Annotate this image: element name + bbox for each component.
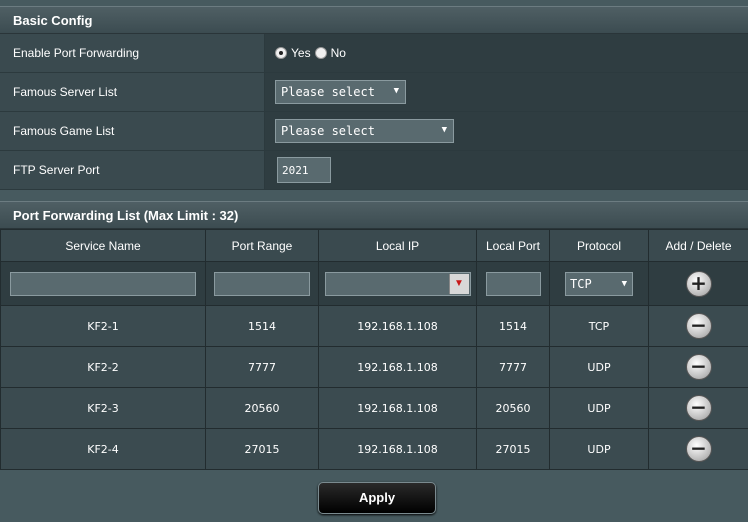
enable-yes-radio[interactable] bbox=[275, 47, 287, 59]
cell-local-port: 20560 bbox=[476, 387, 550, 429]
famous-server-list-label: Famous Server List bbox=[0, 73, 265, 111]
table-row: KF2-4 27015 192.168.1.108 27015 UDP − bbox=[0, 428, 748, 470]
port-range-input[interactable] bbox=[214, 271, 310, 296]
enable-yes-label[interactable]: Yes bbox=[291, 46, 311, 60]
cell-port-range: 27015 bbox=[205, 428, 319, 470]
chevron-down-icon: ▼ bbox=[621, 278, 627, 289]
cell-port-range: 7777 bbox=[205, 346, 319, 388]
local-port-input[interactable] bbox=[485, 271, 541, 296]
chevron-down-icon: ▼ bbox=[393, 86, 399, 96]
port-forwarding-table: Service Name Port Range Local IP Local P… bbox=[0, 229, 748, 470]
ftp-server-port-row: FTP Server Port 2021 bbox=[0, 151, 748, 190]
minus-circle-icon[interactable]: − bbox=[685, 313, 712, 339]
header-service-name: Service Name bbox=[0, 229, 206, 262]
plus-circle-icon[interactable]: + bbox=[685, 270, 712, 297]
enable-no-radio[interactable] bbox=[314, 47, 327, 59]
protocol-select-value: TCP bbox=[570, 276, 592, 291]
minus-circle-icon[interactable]: − bbox=[685, 436, 712, 462]
cell-service: KF2-2 bbox=[0, 346, 206, 388]
cell-protocol: UDP bbox=[549, 346, 649, 388]
enable-port-forwarding-label: Enable Port Forwarding bbox=[0, 34, 265, 72]
cell-local-port: 7777 bbox=[476, 346, 550, 388]
table-row: KF2-1 1514 192.168.1.108 1514 TCP − bbox=[0, 305, 748, 347]
famous-server-list-row: Famous Server List Please select ▼ bbox=[0, 73, 748, 112]
cell-local-port: 27015 bbox=[476, 428, 550, 470]
cell-service: KF2-4 bbox=[0, 428, 206, 470]
header-port-range: Port Range bbox=[205, 229, 319, 262]
famous-server-select-value: Please select bbox=[281, 85, 375, 99]
service-name-input[interactable] bbox=[10, 271, 196, 296]
cell-local-ip: 192.168.1.108 bbox=[318, 428, 477, 470]
table-header-row: Service Name Port Range Local IP Local P… bbox=[0, 229, 748, 262]
cell-port-range: 20560 bbox=[205, 387, 319, 429]
table-row: KF2-3 20560 192.168.1.108 20560 UDP − bbox=[0, 387, 748, 429]
cell-protocol: UDP bbox=[549, 428, 649, 470]
cell-service: KF2-1 bbox=[0, 305, 206, 347]
cell-port-range: 1514 bbox=[205, 305, 319, 347]
minus-circle-icon[interactable]: − bbox=[685, 395, 712, 421]
new-rule-input-row: ▼ TCP ▼ + bbox=[0, 261, 748, 306]
local-ip-input[interactable]: ▼ bbox=[324, 271, 471, 296]
enable-port-forwarding-row: Enable Port Forwarding Yes No bbox=[0, 34, 748, 73]
chevron-down-icon: ▼ bbox=[441, 125, 447, 135]
famous-game-select[interactable]: Please select ▼ bbox=[275, 119, 454, 143]
dropdown-arrow-icon[interactable]: ▼ bbox=[448, 273, 469, 294]
header-protocol: Protocol bbox=[549, 229, 649, 262]
famous-game-select-value: Please select bbox=[281, 124, 375, 138]
cell-local-ip: 192.168.1.108 bbox=[318, 305, 477, 347]
famous-game-list-row: Famous Game List Please select ▼ bbox=[0, 112, 748, 151]
protocol-select[interactable]: TCP ▼ bbox=[565, 271, 633, 296]
basic-config-panel: Basic Config Enable Port Forwarding Yes … bbox=[0, 6, 748, 190]
port-forwarding-list-panel: Port Forwarding List (Max Limit : 32) Se… bbox=[0, 201, 748, 470]
ftp-server-port-input[interactable]: 2021 bbox=[277, 157, 331, 183]
cell-local-port: 1514 bbox=[476, 305, 550, 347]
header-local-ip: Local IP bbox=[318, 229, 477, 262]
ftp-server-port-label: FTP Server Port bbox=[0, 151, 265, 189]
cell-protocol: TCP bbox=[549, 305, 649, 347]
cell-protocol: UDP bbox=[549, 387, 649, 429]
minus-circle-icon[interactable]: − bbox=[685, 354, 712, 380]
enable-port-forwarding-radios: Yes No bbox=[275, 46, 350, 60]
famous-game-list-label: Famous Game List bbox=[0, 112, 265, 150]
basic-config-title: Basic Config bbox=[0, 6, 748, 34]
header-add-delete: Add / Delete bbox=[648, 229, 748, 262]
apply-button[interactable]: Apply bbox=[318, 482, 436, 514]
cell-local-ip: 192.168.1.108 bbox=[318, 346, 477, 388]
cell-local-ip: 192.168.1.108 bbox=[318, 387, 477, 429]
enable-no-label[interactable]: No bbox=[331, 46, 346, 60]
port-forwarding-list-title: Port Forwarding List (Max Limit : 32) bbox=[0, 201, 748, 229]
cell-service: KF2-3 bbox=[0, 387, 206, 429]
table-row: KF2-2 7777 192.168.1.108 7777 UDP − bbox=[0, 346, 748, 388]
header-local-port: Local Port bbox=[476, 229, 550, 262]
famous-server-select[interactable]: Please select ▼ bbox=[275, 80, 406, 104]
